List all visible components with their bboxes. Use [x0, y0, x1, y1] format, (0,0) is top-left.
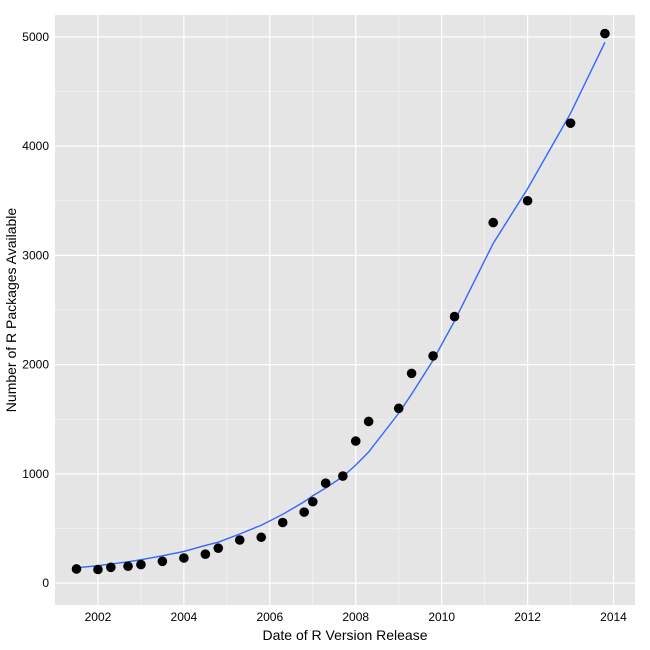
x-tick-label: 2014: [600, 610, 627, 624]
data-point: [235, 535, 245, 545]
data-point: [106, 563, 116, 573]
y-tick-label: 2000: [22, 358, 49, 372]
y-tick-label: 1000: [22, 467, 49, 481]
data-point: [428, 351, 438, 361]
data-point: [566, 118, 576, 128]
data-point: [136, 560, 146, 570]
data-point: [321, 478, 331, 488]
data-point: [308, 497, 318, 507]
x-tick-label: 2002: [85, 610, 112, 624]
y-tick-label: 5000: [22, 30, 49, 44]
data-point: [256, 532, 266, 542]
x-tick-label: 2008: [342, 610, 369, 624]
data-point: [93, 565, 103, 575]
data-point: [72, 564, 82, 574]
data-point: [364, 417, 374, 427]
chart-container: 2002 2004 2006 2008 2010 2012 2014 0 1000 2000 300…: [0, 0, 650, 650]
scatter-plot: 2002 2004 2006 2008 2010 2012 2014 0 1000 2000 300…: [0, 0, 650, 650]
data-point: [123, 561, 133, 571]
data-point: [523, 196, 533, 206]
data-point: [299, 507, 309, 517]
x-tick-label: 2004: [171, 610, 198, 624]
data-point: [394, 404, 404, 414]
x-tick-label: 2012: [514, 610, 541, 624]
data-point: [201, 549, 211, 559]
data-point: [158, 556, 168, 566]
y-tick-label: 4000: [22, 139, 49, 153]
data-point: [450, 312, 460, 322]
x-tick-label: 2006: [256, 610, 283, 624]
data-point: [407, 369, 417, 379]
data-point: [338, 471, 348, 481]
y-tick-label: 3000: [22, 248, 49, 262]
data-point: [351, 436, 361, 446]
x-tick-label: 2010: [428, 610, 455, 624]
data-point: [179, 553, 189, 563]
y-tick-label: 0: [42, 576, 49, 590]
data-point: [278, 518, 288, 528]
x-axis-label: Date of R Version Release: [263, 627, 428, 643]
data-point: [600, 29, 610, 39]
data-point: [488, 218, 498, 228]
y-axis-label: Number of R Packages Available: [3, 208, 19, 413]
data-point: [213, 543, 223, 553]
